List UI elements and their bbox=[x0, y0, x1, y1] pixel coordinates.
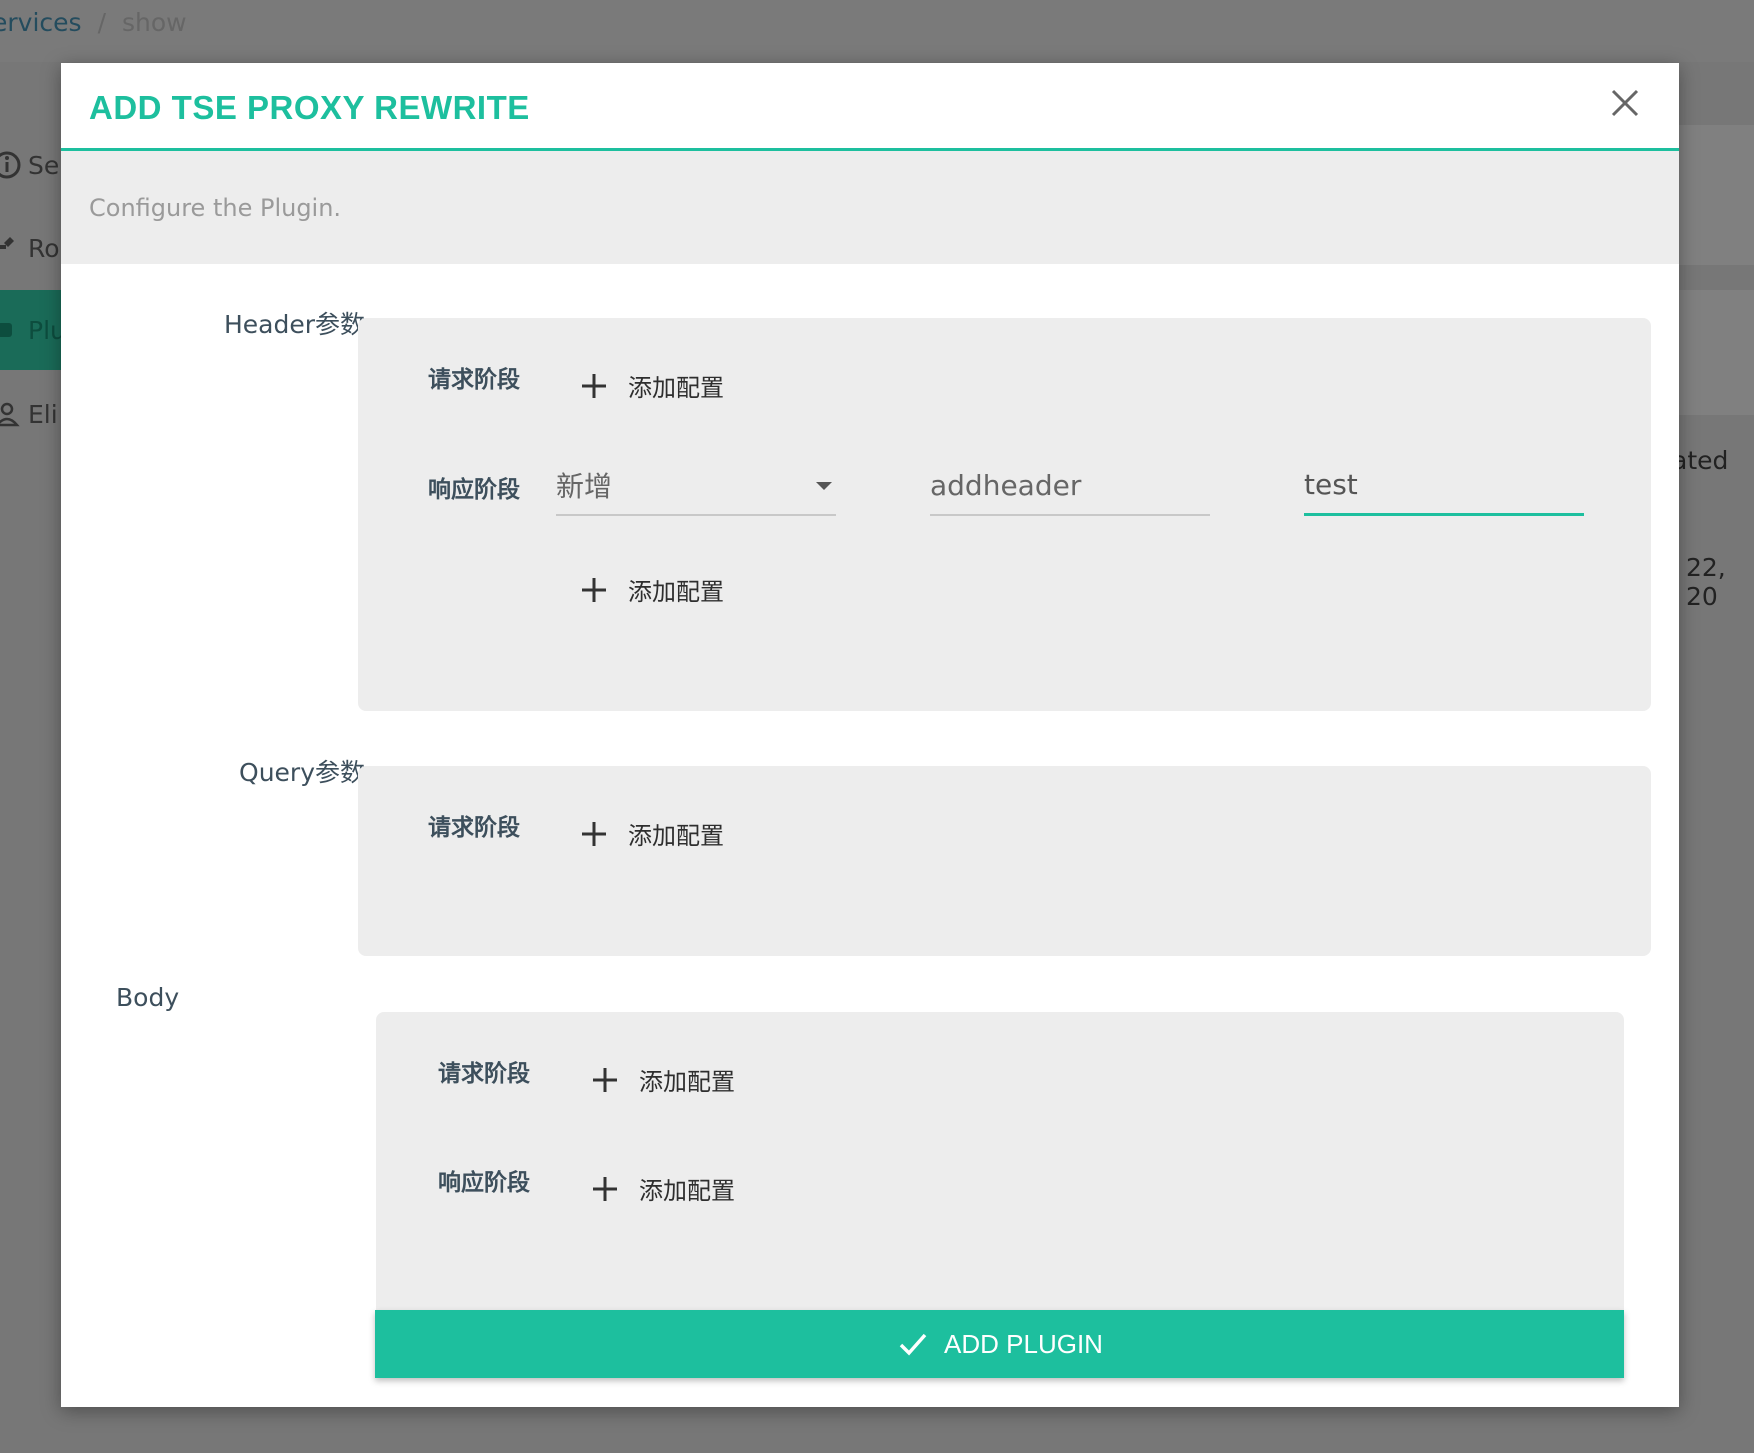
add-config-label: 添加配置 bbox=[628, 578, 724, 606]
sidebar-item-label: Se bbox=[28, 150, 60, 180]
header-response-stage-label: 响应阶段 bbox=[428, 477, 520, 503]
header-params-panel: 请求阶段 添加配置 响应阶段 新增 addheader test 添加配置 bbox=[358, 318, 1651, 711]
add-plugin-button[interactable]: ADD PLUGIN bbox=[375, 1310, 1624, 1378]
body-panel: 请求阶段 添加配置 响应阶段 添加配置 bbox=[376, 1012, 1624, 1310]
breadcrumb-services[interactable]: ervices bbox=[0, 8, 82, 37]
add-plugin-label: ADD PLUGIN bbox=[944, 1328, 1103, 1359]
query-params-panel: 请求阶段 添加配置 bbox=[358, 766, 1651, 956]
header-request-add-config-button[interactable]: 添加配置 bbox=[580, 368, 724, 403]
plus-icon bbox=[593, 1176, 617, 1201]
body-request-stage-label: 请求阶段 bbox=[438, 1061, 530, 1087]
background-date: 22, 20 bbox=[1686, 553, 1726, 611]
user-icon bbox=[0, 402, 20, 427]
route-icon bbox=[0, 237, 14, 259]
background-table-header: ated bbox=[1672, 446, 1729, 475]
body-response-stage-label: 响应阶段 bbox=[438, 1170, 530, 1196]
body-request-add-config-button[interactable]: 添加配置 bbox=[591, 1062, 735, 1097]
header-response-add-config-button[interactable]: 添加配置 bbox=[580, 572, 724, 607]
plus-icon bbox=[582, 577, 606, 602]
add-config-label: 添加配置 bbox=[639, 1177, 735, 1205]
modal-subtitle: Configure the Plugin. bbox=[89, 193, 342, 222]
query-request-stage-label: 请求阶段 bbox=[428, 815, 520, 841]
breadcrumb: ervices / show bbox=[0, 8, 187, 37]
add-config-label: 添加配置 bbox=[639, 1068, 735, 1096]
body-response-add-config-button[interactable]: 添加配置 bbox=[591, 1171, 735, 1206]
add-plugin-modal: ADD TSE PROXY REWRITE Configure the Plug… bbox=[61, 63, 1679, 1407]
add-config-label: 添加配置 bbox=[628, 822, 724, 850]
check-icon bbox=[899, 1333, 927, 1356]
header-key-value: addheader bbox=[930, 468, 1082, 502]
breadcrumb-current: show bbox=[122, 8, 187, 37]
modal-header: ADD TSE PROXY REWRITE bbox=[61, 63, 1679, 151]
sidebar-item-label: Ro bbox=[28, 233, 60, 263]
query-request-add-config-button[interactable]: 添加配置 bbox=[580, 816, 724, 851]
header-action-value: 新增 bbox=[556, 470, 613, 503]
header-key-input[interactable]: addheader bbox=[930, 456, 1210, 516]
header-params-label: Header参数 bbox=[223, 310, 365, 339]
plus-icon bbox=[593, 1067, 617, 1092]
sidebar-item-label: Eli bbox=[28, 399, 58, 429]
background-topbar: ervices / show bbox=[0, 0, 1754, 62]
plus-icon bbox=[582, 373, 606, 398]
breadcrumb-separator: / bbox=[97, 8, 106, 37]
body-label: Body bbox=[116, 983, 180, 1012]
modal-subtitle-bar: Configure the Plugin. bbox=[61, 151, 1679, 264]
plus-icon bbox=[582, 821, 606, 846]
header-value-value: test bbox=[1304, 468, 1358, 501]
header-action-select[interactable]: 新增 bbox=[556, 456, 836, 516]
query-params-label: Query参数 bbox=[239, 758, 365, 787]
chevron-down-icon bbox=[816, 482, 832, 490]
header-value-input[interactable]: test bbox=[1304, 456, 1584, 516]
close-icon[interactable] bbox=[1607, 85, 1643, 121]
add-config-label: 添加配置 bbox=[628, 374, 724, 402]
info-icon bbox=[0, 151, 21, 179]
plug-icon bbox=[0, 323, 12, 337]
modal-title: ADD TSE PROXY REWRITE bbox=[89, 89, 530, 126]
header-request-stage-label: 请求阶段 bbox=[428, 367, 520, 393]
